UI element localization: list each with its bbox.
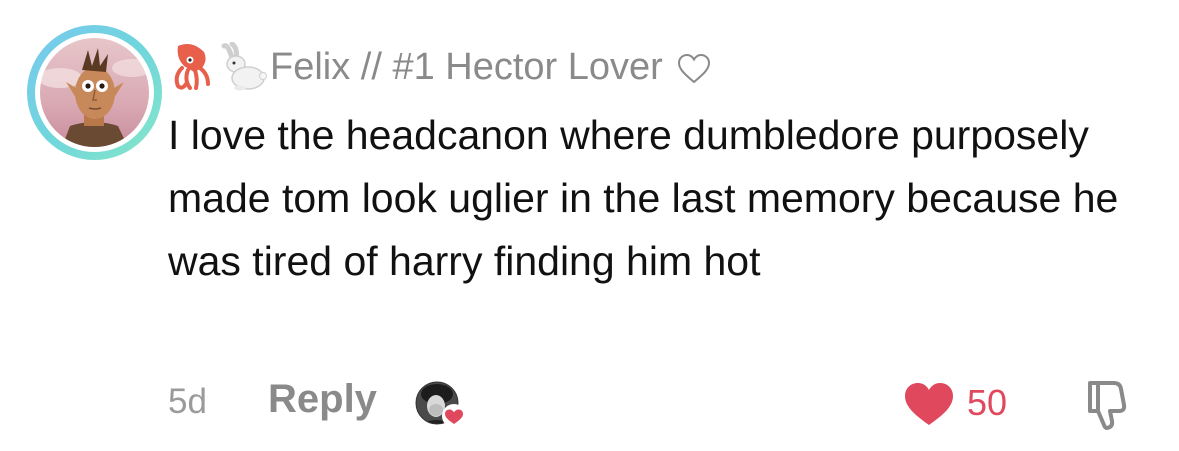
creator-liked-badge xyxy=(414,380,466,430)
comment-header: Felix // #1 Hector Lover xyxy=(168,37,711,97)
thumbs-down-icon[interactable] xyxy=(1080,377,1132,431)
comment: Felix // #1 Hector Lover I love the head… xyxy=(0,0,1179,451)
timestamp: 5d xyxy=(168,382,207,421)
username[interactable]: Felix // #1 Hector Lover xyxy=(270,46,663,89)
avatar-ring-gap xyxy=(35,33,154,152)
heart-filled-icon[interactable] xyxy=(903,381,955,427)
rabbit-emoji-icon xyxy=(216,41,268,92)
like-count: 50 xyxy=(967,382,1008,423)
avatar-image xyxy=(40,38,149,147)
heart-outline-icon xyxy=(677,53,711,85)
squid-emoji-icon xyxy=(168,42,214,92)
avatar[interactable] xyxy=(27,25,162,160)
comment-text: I love the headcanon where dumbledore pu… xyxy=(168,112,1119,284)
reply-button[interactable]: Reply xyxy=(268,377,377,422)
